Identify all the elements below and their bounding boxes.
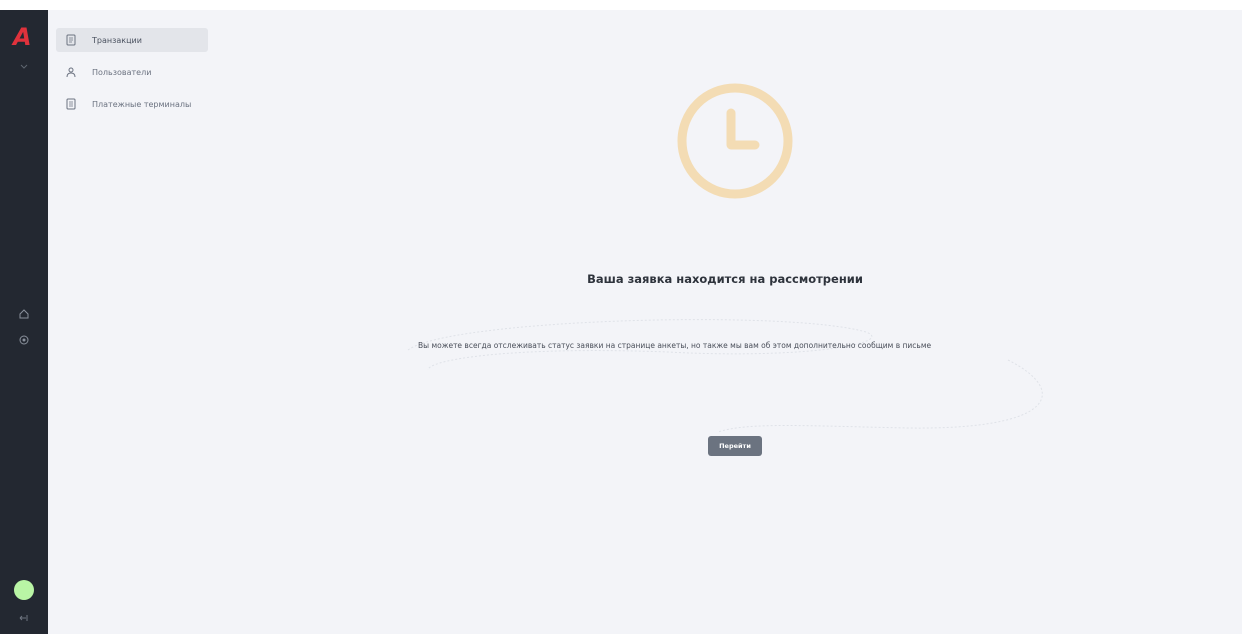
logo-icon: A (11, 23, 32, 49)
sidebar: Транзакции Пользователи Платежные термин… (56, 28, 208, 124)
document-icon (64, 33, 78, 47)
terminal-icon (64, 97, 78, 111)
logout-icon[interactable] (16, 610, 32, 626)
svg-text:A: A (11, 23, 32, 49)
logo[interactable]: A (10, 22, 38, 50)
sidebar-item-label: Платежные терминалы (92, 99, 192, 109)
sidebar-item-terminals[interactable]: Платежные терминалы (56, 92, 208, 116)
sidebar-item-users[interactable]: Пользователи (56, 60, 208, 84)
sidebar-item-label: Транзакции (92, 35, 142, 45)
go-button[interactable]: Перейти (708, 436, 762, 456)
decorative-swirl (407, 319, 1043, 433)
nav-rail: A (0, 10, 48, 634)
home-icon[interactable] (16, 306, 32, 322)
description-text: Вы можете всегда отслеживать статус заяв… (418, 341, 932, 350)
chevron-down-icon[interactable] (18, 56, 30, 69)
sidebar-item-label: Пользователи (92, 67, 152, 77)
users-icon (64, 65, 78, 79)
sidebar-item-transactions[interactable]: Транзакции (56, 28, 208, 52)
main-content: Ваша заявка находится на рассмотрении Вы… (208, 10, 1242, 634)
status-indicator (14, 580, 34, 600)
app-window: A Транзакции Пользователи Платежные терм… (0, 10, 1242, 634)
settings-icon[interactable] (16, 332, 32, 348)
page-title: Ваша заявка находится на рассмотрении (587, 272, 863, 286)
clock-icon (673, 79, 797, 203)
